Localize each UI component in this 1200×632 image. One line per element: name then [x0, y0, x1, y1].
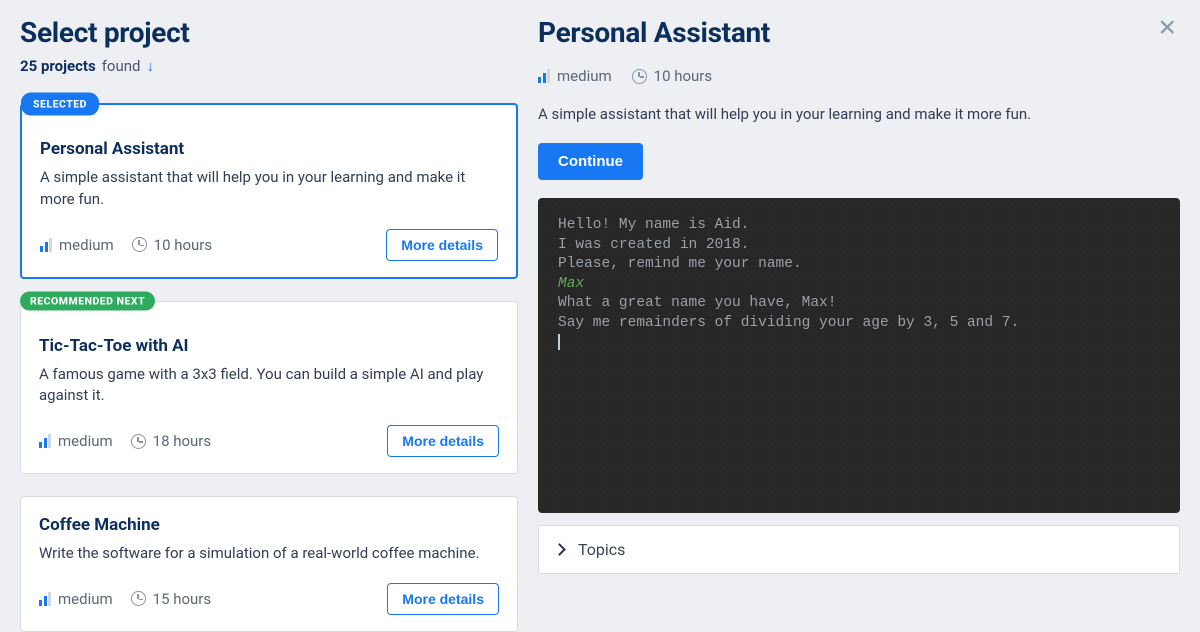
recommended-badge: RECOMMENDED NEXT [20, 291, 155, 310]
terminal-user-input: Max [558, 276, 584, 292]
project-card-title: Tic-Tac-Toe with AI [39, 336, 499, 356]
project-list-panel: Select project 25 projects found ↓ SELEC… [20, 16, 518, 593]
close-icon: × [1158, 11, 1176, 44]
terminal-cursor [558, 334, 560, 350]
project-card-coffee-machine[interactable]: Coffee Machine Write the software for a … [20, 496, 518, 632]
topics-expander[interactable]: Topics [538, 525, 1180, 574]
hours-label: 18 hours [153, 432, 212, 450]
difficulty-bars-icon [40, 238, 52, 252]
difficulty-label: medium [58, 590, 113, 608]
hours-label: 15 hours [153, 590, 212, 608]
project-card-desc: A famous game with a 3x3 field. You can … [39, 364, 499, 408]
sort-arrow-icon[interactable]: ↓ [147, 57, 155, 75]
terminal-preview: Hello! My name is Aid. I was created in … [538, 198, 1180, 513]
continue-button[interactable]: Continue [538, 143, 643, 180]
project-card-desc: Write the software for a simulation of a… [39, 543, 499, 565]
difficulty-meta: medium [40, 236, 114, 254]
difficulty-meta: medium [39, 590, 113, 608]
terminal-line: Hello! My name is Aid. [558, 217, 749, 233]
difficulty-label: medium [58, 432, 113, 450]
difficulty-bars-icon [39, 592, 51, 606]
difficulty-bars-icon [538, 69, 550, 83]
clock-icon [632, 69, 647, 84]
detail-title: Personal Assistant [538, 16, 770, 49]
difficulty-label: medium [59, 236, 114, 254]
hours-label: 10 hours [154, 236, 213, 254]
close-button[interactable]: × [1154, 16, 1180, 40]
detail-desc: A simple assistant that will help you in… [538, 105, 1180, 123]
difficulty-meta: medium [538, 67, 612, 85]
more-details-button[interactable]: More details [387, 583, 499, 615]
topics-label: Topics [578, 540, 625, 559]
difficulty-label: medium [557, 67, 612, 85]
hours-meta: 10 hours [632, 67, 713, 85]
project-count-row: 25 projects found ↓ [20, 57, 518, 75]
more-details-button[interactable]: More details [386, 229, 498, 261]
project-card-title: Coffee Machine [39, 515, 499, 535]
project-detail-panel: Personal Assistant × medium 10 hours A s… [538, 16, 1180, 593]
hours-meta: 10 hours [132, 236, 213, 254]
more-details-button[interactable]: More details [387, 425, 499, 457]
hours-label: 10 hours [654, 67, 713, 85]
project-count-suffix: found [102, 57, 141, 75]
project-card-personal-assistant[interactable]: SELECTED Personal Assistant A simple ass… [20, 103, 518, 279]
selected-badge: SELECTED [21, 93, 99, 116]
difficulty-meta: medium [39, 432, 113, 450]
difficulty-bars-icon [39, 434, 51, 448]
project-card-title: Personal Assistant [40, 139, 498, 159]
clock-icon [131, 434, 146, 449]
hours-meta: 15 hours [131, 590, 212, 608]
clock-icon [131, 591, 146, 606]
terminal-line: I was created in 2018. [558, 237, 749, 253]
terminal-line: What a great name you have, Max! [558, 295, 836, 311]
project-cards: SELECTED Personal Assistant A simple ass… [20, 103, 518, 632]
project-count: 25 projects [20, 57, 96, 75]
page-title: Select project [20, 16, 518, 49]
hours-meta: 18 hours [131, 432, 212, 450]
project-card-tictactoe[interactable]: RECOMMENDED NEXT Tic-Tac-Toe with AI A f… [20, 301, 518, 475]
project-card-desc: A simple assistant that will help you in… [40, 167, 498, 211]
terminal-line: Say me remainders of dividing your age b… [558, 315, 1019, 331]
chevron-right-icon [553, 543, 566, 556]
clock-icon [132, 237, 147, 252]
terminal-line: Please, remind me your name. [558, 256, 802, 272]
